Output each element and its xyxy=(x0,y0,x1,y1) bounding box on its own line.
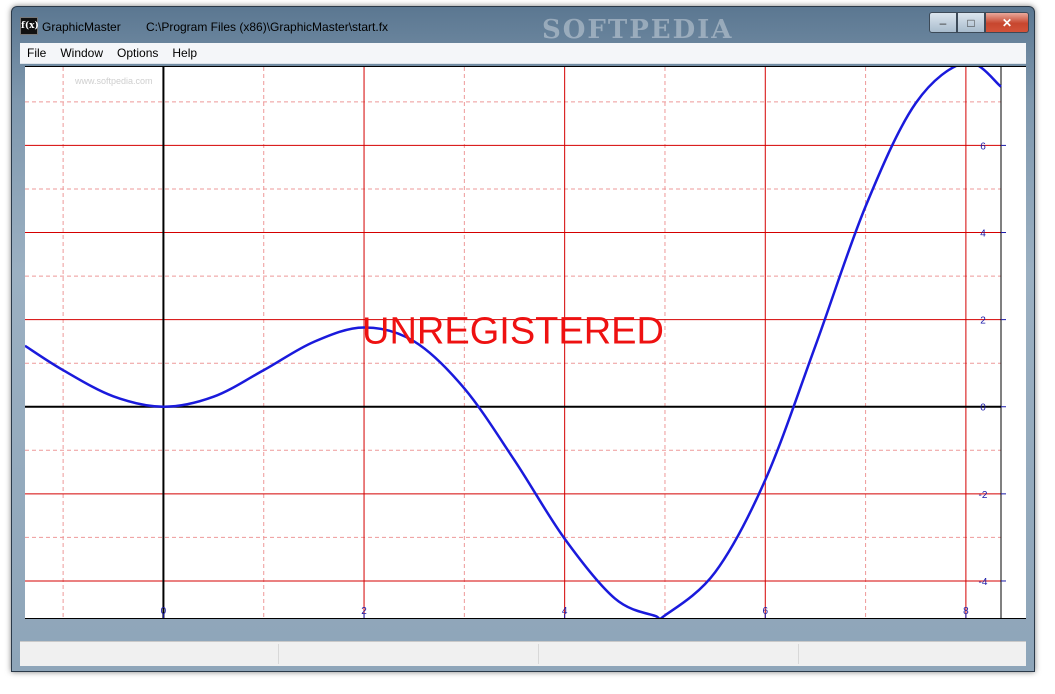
x-tick-label: 2 xyxy=(361,606,367,617)
y-tick-label: 2 xyxy=(980,316,986,327)
caption-buttons: – □ ✕ xyxy=(929,12,1029,33)
menu-help[interactable]: Help xyxy=(165,43,204,63)
x-tick-label: 8 xyxy=(963,606,969,617)
softpedia-url-watermark: www.softpedia.com xyxy=(75,76,153,86)
softpedia-watermark: SOFTPEDIA xyxy=(542,15,734,45)
function-plot[interactable]: 0 2 4 6 8 -4 -2 0 2 4 6 UNREGISTERED xyxy=(25,67,1026,618)
menu-bar: File Window Options Help xyxy=(20,43,1026,64)
maximize-button[interactable]: □ xyxy=(957,12,985,33)
menu-file[interactable]: File xyxy=(20,43,53,63)
file-path: C:\Program Files (x86)\GraphicMaster\sta… xyxy=(146,20,389,34)
unregistered-label: UNREGISTERED xyxy=(362,310,664,352)
title-bar[interactable]: f(x) GraphicMaster C:\Program Files (x86… xyxy=(12,7,1034,45)
status-bar xyxy=(20,641,1026,666)
close-button[interactable]: ✕ xyxy=(985,12,1029,33)
status-cell-2 xyxy=(278,644,539,664)
y-tick-label: 4 xyxy=(980,229,986,240)
x-tick-label: 4 xyxy=(562,606,568,617)
y-tick-label: -2 xyxy=(979,490,988,501)
x-tick-label: 6 xyxy=(762,606,768,617)
status-cell-1 xyxy=(20,644,279,664)
status-cell-3 xyxy=(538,644,799,664)
app-name: GraphicMaster xyxy=(42,20,121,34)
menu-options[interactable]: Options xyxy=(110,43,165,63)
graph-canvas[interactable]: 0 2 4 6 8 -4 -2 0 2 4 6 UNREGISTERED xyxy=(25,66,1026,619)
y-tick-label: 0 xyxy=(980,403,986,414)
y-tick-label: -4 xyxy=(979,577,988,588)
app-icon[interactable]: f(x) xyxy=(20,17,39,35)
menu-window[interactable]: Window xyxy=(53,43,110,63)
minimize-button[interactable]: – xyxy=(929,12,957,33)
x-tick-label: 0 xyxy=(161,606,167,617)
y-tick-label: 6 xyxy=(980,141,986,152)
